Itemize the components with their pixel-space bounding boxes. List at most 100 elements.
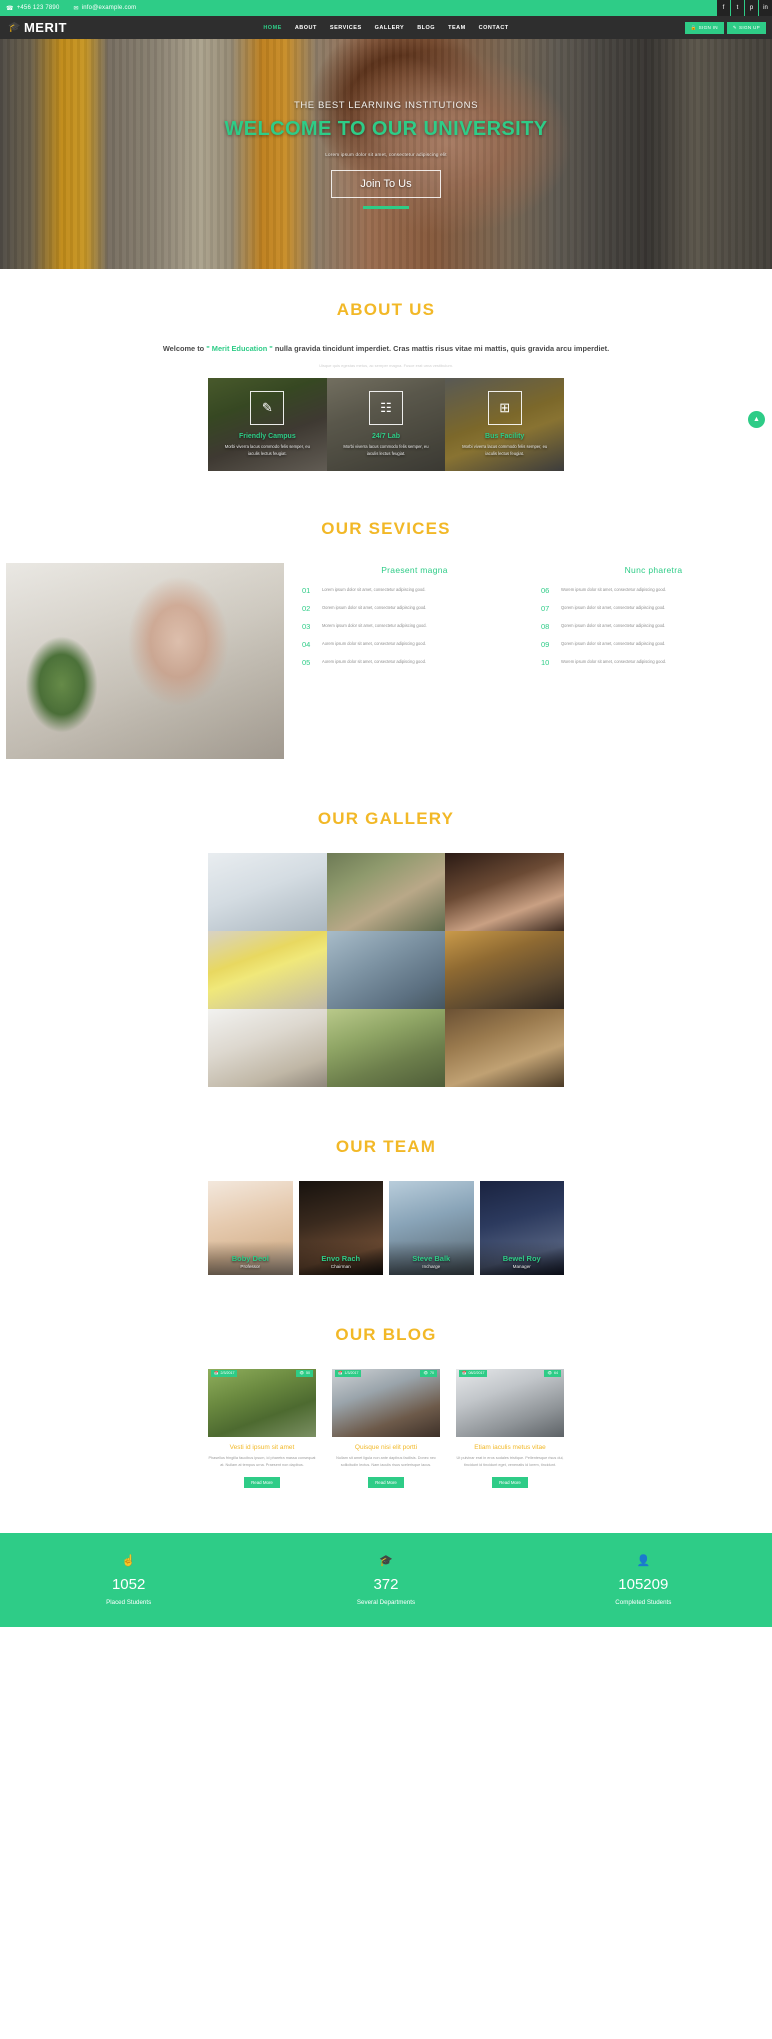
twitter-icon[interactable]: t [730, 0, 744, 16]
blog-views: 70 [430, 1371, 434, 1376]
gallery-item-8[interactable] [326, 1008, 446, 1087]
hero-underline [363, 205, 409, 209]
brand-name: MERIT [23, 20, 67, 35]
join-us-button[interactable]: Join To Us [331, 169, 441, 198]
blog-post-title[interactable]: Vesti id ipsum sit amet [208, 1444, 316, 1451]
facebook-icon[interactable]: f [716, 0, 730, 16]
read-more-button[interactable]: Read More [368, 1477, 404, 1489]
envelope-icon: ✉ [73, 5, 79, 12]
blog-post-image[interactable]: 📅 08/2/2017 👁 64 [456, 1368, 564, 1437]
gallery-item-9[interactable] [445, 1008, 564, 1087]
about-lead-highlight: " Merit Education " [206, 344, 273, 353]
blog-views-badge: 👁 64 [544, 1369, 561, 1377]
phone-info[interactable]: ☎ +456 123 7890 [6, 5, 60, 12]
gallery-item-1[interactable] [208, 852, 327, 931]
nav-item-contact[interactable]: CONTACT [479, 25, 509, 31]
services-column-1: Praesent magna 01 Lorem ipsum dolor sit … [302, 565, 527, 759]
blog-posts: 📅 2/3/2017 👁 50 Vesti id ipsum sit amet … [208, 1368, 564, 1490]
blog-section: OUR BLOG 📅 2/3/2017 👁 50 Vesti id ipsum … [0, 1275, 772, 1490]
graduation-cap-icon: 🎓 [379, 1555, 393, 1568]
feature-title: Friendly Campus [238, 432, 296, 440]
counter-placed-students: ☝ 1052 Placed Students [0, 1554, 257, 1606]
feature-card-lab[interactable]: ☷ 24/7 Lab Morbi viverra lacus commodo f… [326, 377, 446, 471]
sign-up-icon: ✎ [732, 24, 737, 30]
service-item[interactable]: 03 Morem ipsum dolor sit amet, consectet… [302, 622, 527, 631]
email-info[interactable]: ✉ info@example.com [74, 5, 137, 12]
team-member-card[interactable]: Steve Balk Incharge [389, 1180, 474, 1275]
blog-views: 64 [554, 1371, 558, 1376]
gallery-item-2[interactable] [326, 852, 446, 931]
sign-up-button[interactable]: ✎ SIGN UP [726, 21, 766, 34]
blog-post-title[interactable]: Quisque nisi elit portti [332, 1444, 440, 1451]
site-logo[interactable]: 🎓 MERIT [8, 20, 67, 35]
counter-label: Placed Students [106, 1599, 152, 1607]
service-text: Qorem ipsum dolor sit amet, consectetur … [561, 604, 666, 610]
blog-post-image[interactable]: 📅 2/3/2017 👁 50 [208, 1368, 316, 1437]
gallery-item-3[interactable] [445, 852, 564, 931]
sign-up-label: SIGN UP [739, 25, 760, 30]
gallery-item-4[interactable] [208, 930, 327, 1009]
service-item[interactable]: 01 Lorem ipsum dolor sit amet, consectet… [302, 586, 527, 595]
blog-views-badge: 👁 50 [296, 1369, 313, 1377]
feature-card-friendly-campus[interactable]: ✎ Friendly Campus Morbi viverra lacus co… [208, 377, 327, 471]
service-item[interactable]: 02 Oorem ipsum dolor sit amet, consectet… [302, 604, 527, 613]
counter-number: 1052 [111, 1576, 146, 1594]
blog-date-badge: 📅 1/3/2017 [335, 1369, 362, 1377]
service-item[interactable]: 05 Aorem ipsum dolor sit amet, consectet… [302, 658, 527, 667]
team-member-card[interactable]: Bewel Roy Manager [479, 1180, 564, 1275]
team-members: Boby Deol Professor Envo Rach Chairman S… [208, 1180, 564, 1275]
team-member-role: Incharge [422, 1263, 441, 1269]
blog-post-title[interactable]: Etiam iaculis metus vitae [456, 1444, 564, 1451]
service-item[interactable]: 06 Worem ipsum dolor sit amet, consectet… [541, 586, 766, 595]
service-item[interactable]: 09 Qorem ipsum dolor sit amet, consectet… [541, 640, 766, 649]
calendar-icon: 📅 [214, 1371, 219, 1376]
eye-icon: 👁 [423, 1371, 428, 1376]
blog-post-card: 📅 1/3/2017 👁 70 Quisque nisi elit portti… [332, 1368, 440, 1490]
nav-item-team[interactable]: TEAM [448, 25, 466, 31]
blog-post-desc: Phasellus fringilla faucibus ipsum, id p… [208, 1455, 316, 1468]
nav-item-about[interactable]: ABOUT [295, 25, 317, 31]
counter-completed-students: 👤 105209 Completed Students [515, 1554, 772, 1606]
social-links: f t p in [716, 0, 772, 16]
gallery-item-6[interactable] [445, 930, 564, 1009]
nav-item-blog[interactable]: BLOG [417, 25, 435, 31]
about-features: ✎ Friendly Campus Morbi viverra lacus co… [208, 377, 565, 471]
scroll-to-top-button[interactable]: ▲ [748, 411, 765, 428]
pinterest-icon[interactable]: p [744, 0, 758, 16]
nav-item-gallery[interactable]: GALLERY [375, 25, 405, 31]
read-more-button[interactable]: Read More [244, 1477, 280, 1489]
sign-in-button[interactable]: 🔒 SIGN IN [684, 21, 724, 34]
feature-card-bus-facility[interactable]: ⊞ Bus Facility Morbi viverra lacus commo… [445, 377, 565, 471]
service-item[interactable]: 10 Worem ipsum dolor sit amet, consectet… [541, 658, 766, 667]
pencil-icon: ✎ [250, 390, 285, 425]
services-column-2: Nunc pharetra 06 Worem ipsum dolor sit a… [541, 565, 766, 759]
gallery-item-5[interactable] [326, 930, 446, 1009]
blog-post-card: 📅 2/3/2017 👁 50 Vesti id ipsum sit amet … [208, 1368, 316, 1490]
nav-item-home[interactable]: HOME [263, 25, 282, 31]
blog-views: 50 [306, 1371, 310, 1376]
calendar-icon: 📅 [338, 1371, 343, 1376]
calendar-icon: 📅 [462, 1371, 467, 1376]
services-title: OUR SEVICES [321, 518, 451, 538]
team-member-role: Manager [512, 1263, 531, 1269]
blog-post-card: 📅 08/2/2017 👁 64 Etiam iaculis metus vit… [456, 1368, 564, 1490]
team-member-card[interactable]: Envo Rach Chairman [298, 1180, 383, 1275]
sign-in-icon: 🔒 [690, 24, 697, 30]
about-section: ABOUT US Welcome to " Merit Education " … [0, 269, 772, 471]
gallery-title: OUR GALLERY [317, 808, 455, 828]
nav-item-services[interactable]: SERVICES [330, 25, 362, 31]
blog-post-image[interactable]: 📅 1/3/2017 👁 70 [332, 1368, 440, 1437]
book-icon: ☷ [369, 390, 403, 425]
email-address: info@example.com [81, 5, 137, 11]
team-member-card[interactable]: Boby Deol Professor [208, 1180, 293, 1275]
service-item[interactable]: 07 Qorem ipsum dolor sit amet, consectet… [541, 604, 766, 613]
gallery-item-7[interactable] [208, 1008, 327, 1087]
linkedin-icon[interactable]: in [758, 0, 772, 16]
service-number: 09 [541, 639, 550, 649]
service-text: Aorem ipsum dolor sit amet, consectetur … [322, 640, 426, 646]
read-more-button[interactable]: Read More [492, 1477, 528, 1489]
service-item[interactable]: 08 Qorem ipsum dolor sit amet, consectet… [541, 622, 766, 631]
phone-icon: ☎ [6, 5, 14, 12]
team-member-name: Boby Deol [231, 1253, 269, 1263]
service-item[interactable]: 04 Aorem ipsum dolor sit amet, consectet… [302, 640, 527, 649]
